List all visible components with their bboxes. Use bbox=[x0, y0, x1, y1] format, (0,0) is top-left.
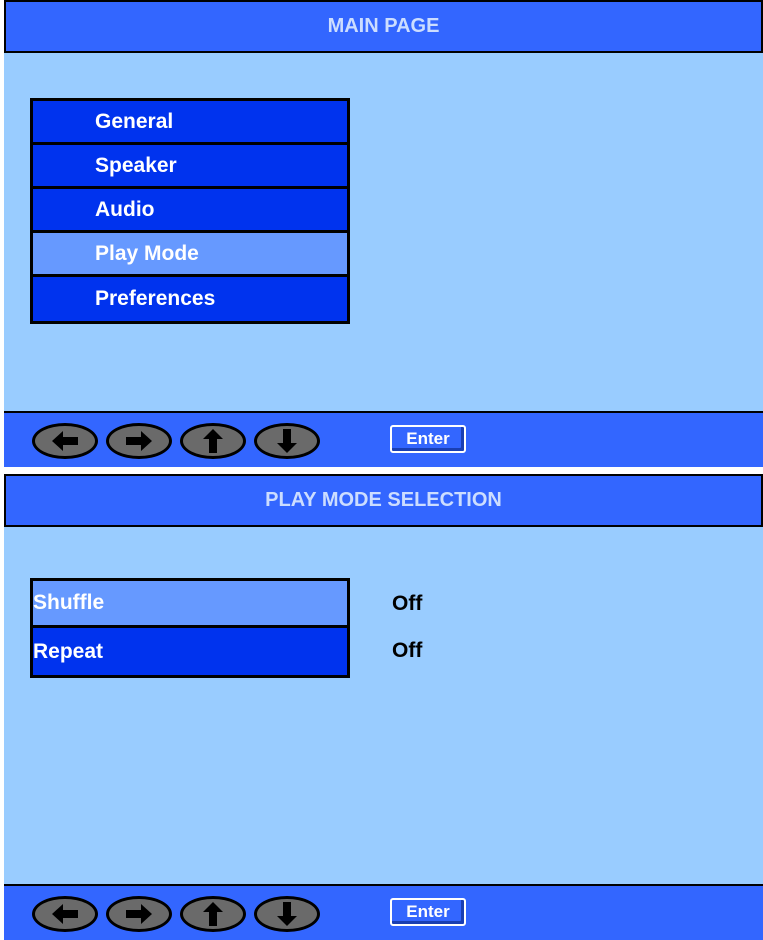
play-mode-menu: Shuffle Repeat bbox=[30, 578, 350, 678]
option-repeat[interactable]: Repeat bbox=[33, 628, 347, 675]
down-arrow-button[interactable] bbox=[254, 423, 320, 459]
repeat-value: Off bbox=[392, 639, 423, 662]
enter-button[interactable]: Enter bbox=[390, 425, 466, 453]
enter-button[interactable]: Enter bbox=[390, 898, 466, 926]
menu-item-audio[interactable]: Audio bbox=[33, 189, 347, 233]
menu-item-speaker[interactable]: Speaker bbox=[33, 145, 347, 189]
up-arrow-icon bbox=[203, 902, 223, 926]
shuffle-value: Off bbox=[392, 592, 423, 615]
left-arrow-icon bbox=[52, 431, 78, 451]
option-shuffle[interactable]: Shuffle bbox=[33, 581, 347, 628]
down-arrow-icon bbox=[277, 902, 297, 926]
page-title: PLAY MODE SELECTION bbox=[4, 474, 763, 527]
up-arrow-button[interactable] bbox=[180, 896, 246, 932]
up-arrow-button[interactable] bbox=[180, 423, 246, 459]
up-arrow-icon bbox=[203, 429, 223, 453]
right-arrow-button[interactable] bbox=[106, 896, 172, 932]
down-arrow-icon bbox=[277, 429, 297, 453]
left-arrow-button[interactable] bbox=[32, 896, 98, 932]
menu-item-general[interactable]: General bbox=[33, 101, 347, 145]
left-arrow-button[interactable] bbox=[32, 423, 98, 459]
left-arrow-icon bbox=[52, 904, 78, 924]
navigation-bar: Enter bbox=[4, 884, 763, 940]
down-arrow-button[interactable] bbox=[254, 896, 320, 932]
main-page-panel: MAIN PAGE General Speaker Audio Play Mod… bbox=[4, 0, 763, 467]
right-arrow-button[interactable] bbox=[106, 423, 172, 459]
menu-item-preferences[interactable]: Preferences bbox=[33, 277, 347, 321]
page-title: MAIN PAGE bbox=[4, 0, 763, 53]
main-menu: General Speaker Audio Play Mode Preferen… bbox=[30, 98, 350, 324]
menu-item-play-mode[interactable]: Play Mode bbox=[33, 233, 347, 277]
play-mode-panel: PLAY MODE SELECTION Shuffle Repeat Off O… bbox=[4, 474, 763, 940]
navigation-bar: Enter bbox=[4, 411, 763, 467]
right-arrow-icon bbox=[126, 431, 152, 451]
right-arrow-icon bbox=[126, 904, 152, 924]
